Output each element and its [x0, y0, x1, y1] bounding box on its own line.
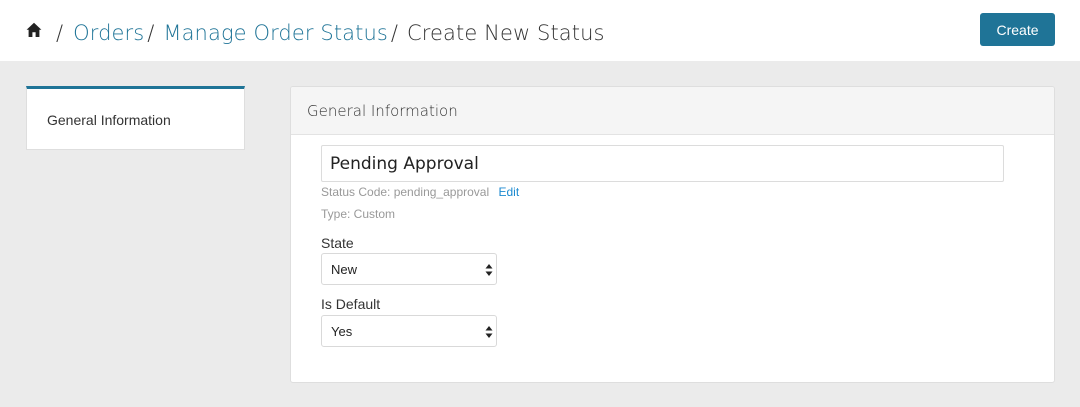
state-select[interactable]: New [321, 253, 497, 285]
select-arrows-icon [485, 326, 493, 338]
status-type-text: Type: Custom [321, 207, 396, 221]
is-default-select-value: Yes [331, 324, 353, 339]
is-default-select[interactable]: Yes [321, 315, 497, 347]
create-button[interactable]: Create [980, 13, 1055, 46]
home-icon[interactable] [26, 22, 42, 38]
top-bar: / Orders / Manage Order Status / Create … [0, 0, 1080, 61]
breadcrumb-separator: / [390, 21, 398, 45]
breadcrumb-separator: / [56, 21, 64, 45]
panel-title: General Information [307, 102, 458, 120]
select-arrows-icon [485, 264, 493, 276]
breadcrumb-manage-order-status-link[interactable]: Manage Order Status [163, 21, 388, 45]
sidebar-item-general-information[interactable]: General Information [47, 112, 171, 128]
breadcrumb-orders-link[interactable]: Orders [73, 21, 144, 45]
sidebar-nav: General Information [26, 86, 245, 150]
status-code-line: Status Code: pending_approval Edit [321, 185, 519, 199]
status-name-input[interactable] [321, 145, 1004, 182]
is-default-label: Is Default [321, 296, 381, 312]
edit-status-code-link[interactable]: Edit [498, 185, 519, 199]
state-label: State [321, 235, 354, 251]
breadcrumb-separator: / [147, 21, 155, 45]
state-select-value: New [331, 262, 358, 277]
general-information-panel: General Information Status Code: pending… [290, 86, 1055, 383]
page-title: Create New Status [407, 21, 605, 45]
breadcrumb: / Orders / Manage Order Status / Create … [56, 18, 605, 48]
status-code-text: Status Code: pending_approval [321, 185, 490, 199]
panel-header: General Information [291, 87, 1054, 135]
